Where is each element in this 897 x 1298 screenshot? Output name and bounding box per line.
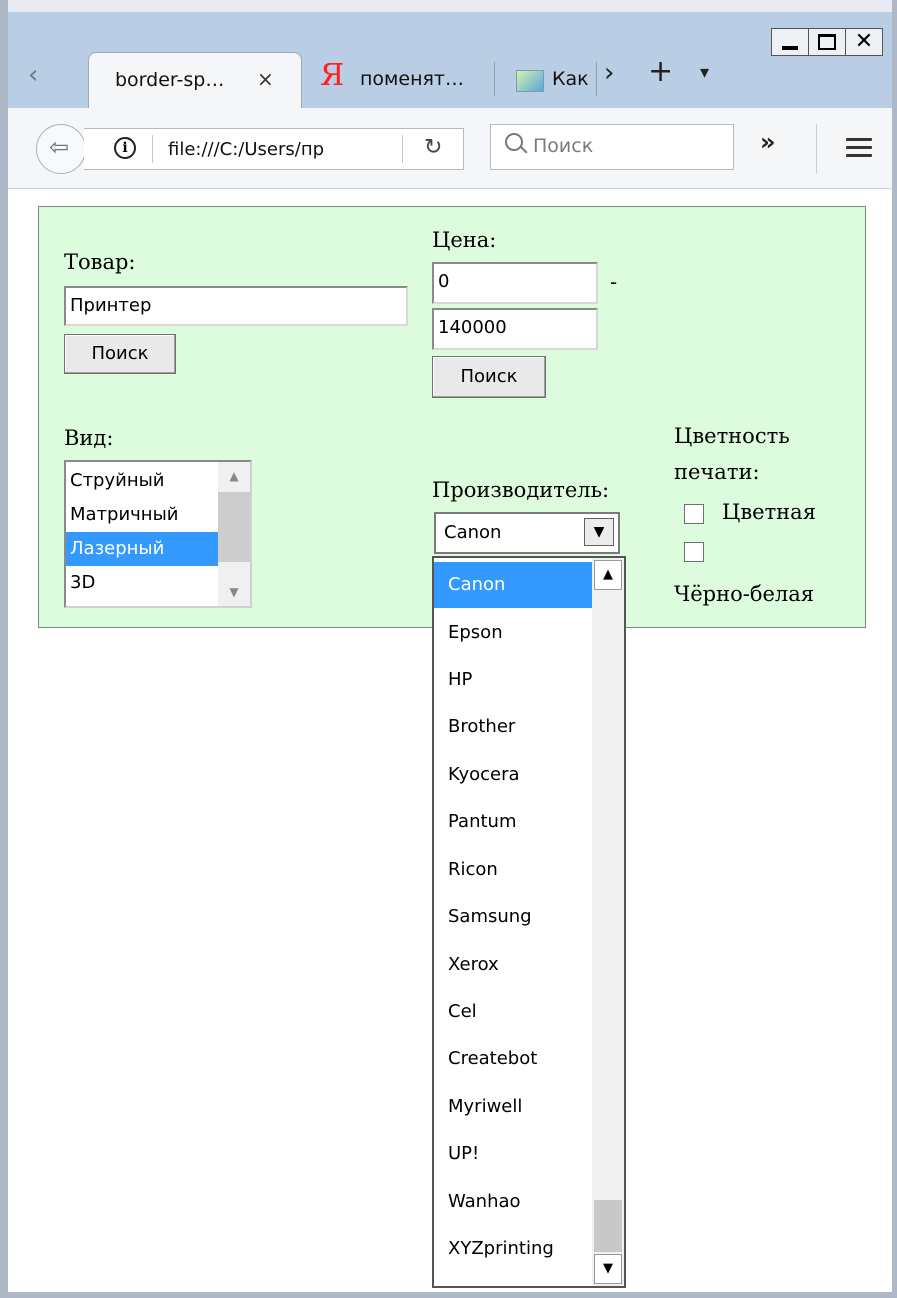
product-label: Товар: [64,250,136,274]
price-max-input[interactable]: 140000 [432,308,598,350]
scrollbar-thumb[interactable] [218,492,250,562]
color-label-line1: Цветность [674,424,790,448]
manufacturer-option[interactable]: Createbot [434,1036,592,1082]
type-listbox[interactable]: Струйный Матричный Лазерный 3D ▲ ▼ [64,460,252,608]
address-divider [152,135,153,163]
manufacturer-option[interactable]: Ricon [434,847,592,893]
manufacturer-option[interactable]: Cel [434,989,592,1035]
search-placeholder: Поиск [533,135,594,157]
tab-divider [494,62,495,96]
tab-bar: ‹ border-sp… × Я поменят… Как › + ▾ ✕ [8,12,892,109]
tab-label: border-sp… [115,69,225,91]
new-tab-icon[interactable]: + [648,54,673,89]
chevron-down-icon[interactable]: ▼ [584,518,614,546]
tab-list-dropdown-icon[interactable]: ▾ [700,62,709,83]
tab-scroll-right-icon[interactable]: › [604,58,614,88]
scroll-down-icon[interactable]: ▼ [594,1254,622,1284]
manufacturer-option[interactable]: UP! [434,1131,592,1177]
address-divider [402,135,403,163]
color-label-line2: печати: [674,460,760,484]
manufacturer-option[interactable]: Kyocera [434,752,592,798]
minimize-button[interactable] [771,28,809,56]
manufacturer-option[interactable]: XYZprinting [434,1226,592,1272]
close-window-button[interactable]: ✕ [845,28,883,56]
info-icon[interactable]: i [114,137,136,159]
manufacturer-option[interactable]: Pantum [434,799,592,845]
tab-divider [596,62,597,96]
hamburger-menu-icon[interactable] [846,138,872,158]
tab-label: Как [552,68,589,90]
close-tab-icon[interactable]: × [257,67,274,91]
yandex-logo-icon: Я [320,58,345,93]
manufacturer-option[interactable]: Canon [434,562,592,608]
window-bottom-edge [0,1292,897,1298]
window-right-edge [892,0,897,1298]
minimize-icon [782,46,798,50]
manufacturer-option[interactable]: HP [434,657,592,703]
maximize-icon [818,34,836,50]
product-search-button[interactable]: Поиск [64,334,176,374]
tab-scroll-left-icon[interactable]: ‹ [28,60,38,90]
bw-option-label: Чёрно-белая [674,582,815,606]
type-option-matrix[interactable]: Матричный [66,498,218,532]
product-input[interactable]: Принтер [64,286,408,326]
toolbar-divider [816,124,817,174]
search-icon [505,133,523,151]
manufacturer-option[interactable]: Brother [434,704,592,750]
price-search-button[interactable]: Поиск [432,356,546,398]
price-label: Цена: [432,228,497,252]
window-left-edge [0,0,8,1298]
url-text[interactable]: file:///C:/Users/пр [168,139,368,160]
manufacturer-dropdown-list[interactable]: Canon Epson HP Brother Kyocera Pantum Ri… [432,556,626,1288]
tab-yandex[interactable]: Я поменят… [310,52,490,106]
price-min-input[interactable]: 0 [432,262,598,304]
manufacturer-option[interactable]: Epson [434,610,592,656]
manufacturer-option[interactable]: Myriwell [434,1084,592,1130]
manufacturer-selected-value: Canon [444,522,502,543]
toolbar-overflow-icon[interactable]: » [760,128,776,156]
price-dash: - [610,270,618,294]
site-favicon-icon [516,70,544,92]
tab-label: поменят… [360,68,464,90]
navigation-bar: ⇦ i file:///C:/Users/пр ↻ Поиск » [8,108,892,189]
manufacturer-option[interactable]: Wanhao [434,1179,592,1225]
tab-border-spacing[interactable]: border-sp… × [88,52,302,109]
manufacturer-label: Производитель: [432,478,610,502]
reload-icon[interactable]: ↻ [424,135,442,160]
color-option-label: Цветная [722,500,816,524]
tab-kak[interactable]: Как [508,52,598,106]
address-bar[interactable]: i file:///C:/Users/пр ↻ [84,128,464,170]
window-top-edge [0,0,897,12]
scroll-up-icon[interactable]: ▲ [222,464,246,488]
maximize-button[interactable] [808,28,846,56]
scrollbar-thumb[interactable] [594,1200,622,1252]
window-controls: ✕ [771,28,883,58]
manufacturer-select[interactable]: Canon ▼ [434,512,620,554]
back-button[interactable]: ⇦ [36,124,86,174]
scroll-up-icon[interactable]: ▲ [594,560,622,590]
manufacturer-option[interactable]: Samsung [434,894,592,940]
dropdown-scrollbar[interactable]: ▲ ▼ [592,558,624,1286]
type-list-scrollbar[interactable]: ▲ ▼ [218,462,250,606]
search-box[interactable]: Поиск [490,124,734,170]
bw-checkbox[interactable] [684,542,704,562]
scroll-down-icon[interactable]: ▼ [222,580,246,604]
type-label: Вид: [64,426,114,450]
manufacturer-option[interactable]: Xerox [434,942,592,988]
type-option-inkjet[interactable]: Струйный [66,464,218,498]
color-checkbox[interactable] [684,504,704,524]
type-option-laser[interactable]: Лазерный [66,532,218,566]
type-option-3d[interactable]: 3D [66,566,218,600]
back-arrow-icon: ⇦ [49,133,70,161]
